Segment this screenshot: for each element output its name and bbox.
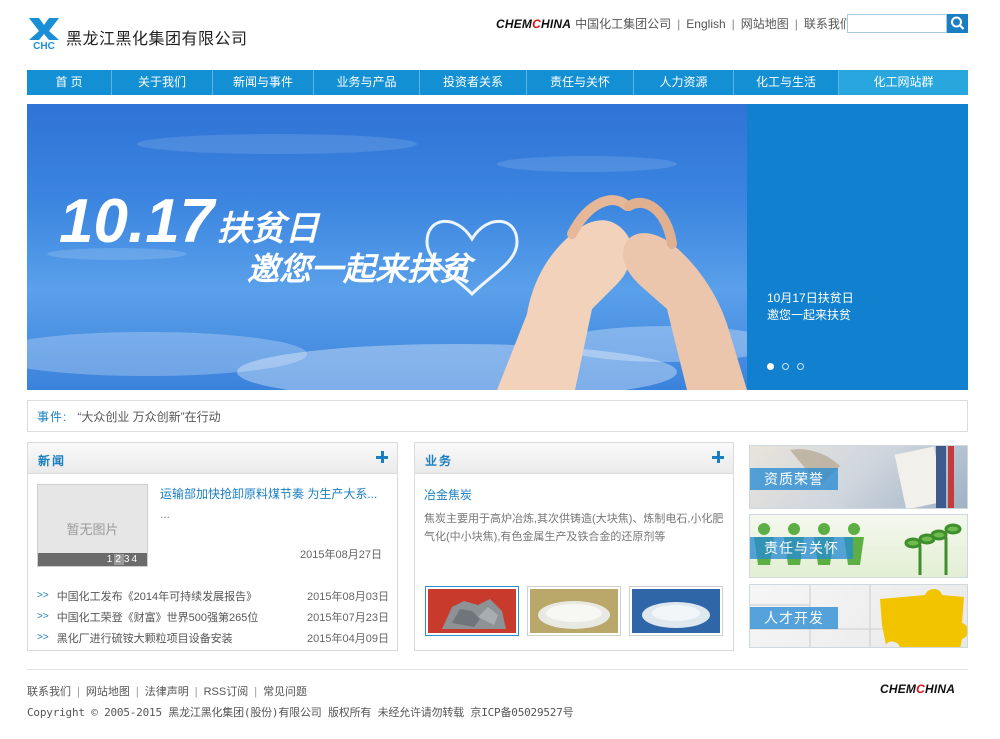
- search-input[interactable]: [847, 14, 947, 33]
- promo-responsibility[interactable]: 责任与关怀: [749, 514, 968, 578]
- business-item-link[interactable]: 冶金焦炭: [424, 486, 472, 503]
- nav-about[interactable]: 关于我们: [112, 70, 213, 95]
- pellets-thumbnail[interactable]: [527, 586, 621, 636]
- site-header: CHC 黑龙江黑化集团有限公司 CHEMCHINA 中国化工集团公司 | Eng…: [0, 0, 1000, 70]
- business-panel: 业务 冶金焦炭 焦炭主要用于高炉冶炼,其次供铸造(大块焦)、炼制电石,小化肥气化…: [414, 442, 734, 651]
- slide-dot-3[interactable]: [797, 363, 804, 370]
- divider: |: [794, 16, 798, 31]
- nav-chem-life[interactable]: 化工与生活: [734, 70, 839, 95]
- news-panel: 新闻 暂无图片 1234 运输部加快抢卸原料煤节奏 为生产大系... ... 2…: [27, 442, 398, 651]
- chc-logo-icon[interactable]: CHC: [27, 16, 61, 50]
- news-list: >> 中国化工发布《2014年可持续发展报告》 2015年08月03日 >> 中…: [37, 585, 389, 648]
- pager-4[interactable]: 4: [131, 554, 139, 565]
- business-description: 焦炭主要用于高炉冶炼,其次供铸造(大块焦)、炼制电石,小化肥气化(中小块焦),有…: [424, 513, 724, 543]
- divider: |: [731, 16, 735, 31]
- featured-news-date: 2015年08月27日: [300, 549, 382, 561]
- banner-caption[interactable]: 10月17日扶贫日 邀您一起来扶贫: [767, 290, 854, 324]
- coke-image: [428, 589, 516, 633]
- business-thumbnails: [425, 586, 723, 636]
- business-panel-title[interactable]: 业务: [425, 452, 453, 469]
- nav-investors[interactable]: 投资者关系: [420, 70, 527, 95]
- banner-side-panel: 10月17日扶贫日 邀您一起来扶贫: [747, 104, 968, 390]
- no-image-placeholder: 暂无图片: [66, 522, 119, 537]
- search-icon: [951, 16, 965, 30]
- pager-2[interactable]: 2: [114, 554, 124, 565]
- nav-hr[interactable]: 人力资源: [634, 70, 734, 95]
- crystals-thumbnail[interactable]: [629, 586, 723, 636]
- hero-banner[interactable]: 10.17 扶贫日 邀您一起来扶贫: [27, 104, 747, 390]
- thumbnail-pager: 1234: [38, 553, 147, 566]
- double-arrow-icon: >>: [37, 632, 49, 643]
- footer-chemchina-brand[interactable]: CHEMCHINA: [880, 682, 955, 696]
- event-link[interactable]: “大众创业 万众创新”在行动: [77, 408, 220, 425]
- nav-home[interactable]: 首 页: [27, 70, 112, 95]
- slide-dot-2[interactable]: [782, 363, 789, 370]
- english-link[interactable]: English: [686, 17, 725, 31]
- promo-talent[interactable]: 人才开发: [749, 584, 968, 648]
- main-nav: 首 页 关于我们 新闻与事件 业务与产品 投资者关系 责任与关怀 人力资源 化工…: [27, 70, 968, 95]
- divider: |: [677, 16, 681, 31]
- nav-site-group[interactable]: 化工网站群: [839, 70, 968, 95]
- footer-faq-link[interactable]: 常见问题: [263, 686, 307, 698]
- featured-news-summary: ...: [160, 507, 171, 521]
- promo-honors-label[interactable]: 资质荣誉: [750, 468, 838, 490]
- chemchina-brand[interactable]: CHEMCHINA: [496, 17, 571, 31]
- news-more-plus-icon[interactable]: [376, 451, 388, 463]
- event-label: 事件:: [37, 409, 68, 424]
- nav-news-events[interactable]: 新闻与事件: [213, 70, 314, 95]
- business-panel-header: 业务: [415, 443, 733, 474]
- coke-thumbnail[interactable]: [425, 586, 519, 636]
- slide-dots: [767, 363, 804, 370]
- banner-subtitle: 邀您一起来扶贫: [247, 250, 477, 288]
- news-panel-header: 新闻: [28, 443, 397, 474]
- nav-business-products[interactable]: 业务与产品: [314, 70, 420, 95]
- footer-legal-link[interactable]: 法律声明: [145, 686, 189, 698]
- double-arrow-icon: >>: [37, 590, 49, 601]
- business-more-plus-icon[interactable]: [712, 451, 724, 463]
- search-button[interactable]: [947, 14, 968, 33]
- list-item[interactable]: >> 中国化工荣登《财富》世界500强第265位 2015年07月23日: [37, 606, 389, 627]
- double-arrow-icon: >>: [37, 611, 49, 622]
- company-name[interactable]: 黑龙江黑化集团有限公司: [66, 25, 248, 49]
- event-ticker: 事件: “大众创业 万众创新”在行动: [27, 400, 968, 432]
- copyright-text: Copyright © 2005-2015 黑龙江黑化集团(股份)有限公司 版权…: [27, 706, 574, 719]
- promo-talent-label[interactable]: 人才开发: [750, 607, 838, 629]
- contact-link[interactable]: 联系我们: [804, 15, 852, 32]
- nav-responsibility[interactable]: 责任与关怀: [527, 70, 634, 95]
- footer-divider: [27, 669, 968, 670]
- pellets-image: [530, 589, 618, 633]
- list-item[interactable]: >> 中国化工发布《2014年可持续发展报告》 2015年08月03日: [37, 585, 389, 606]
- sitemap-link[interactable]: 网站地图: [741, 15, 789, 32]
- svg-text:CHC: CHC: [33, 41, 55, 50]
- news-thumbnail[interactable]: 暂无图片 1234: [37, 484, 148, 567]
- footer-links: 联系我们 | 网站地图 | 法律声明 | RSS订阅 | 常见问题: [27, 686, 308, 698]
- parent-company-link[interactable]: 中国化工集团公司: [575, 15, 671, 32]
- news-panel-title[interactable]: 新闻: [38, 452, 66, 469]
- top-links: CHEMCHINA 中国化工集团公司 | English | 网站地图 | 联系…: [496, 15, 852, 32]
- list-item[interactable]: >> 黑化厂进行硫铵大颗粒项目设备安装 2015年04月09日: [37, 627, 389, 648]
- crystals-image: [632, 589, 720, 633]
- promo-responsibility-label[interactable]: 责任与关怀: [750, 537, 853, 559]
- footer-contact-link[interactable]: 联系我们: [27, 686, 71, 698]
- featured-news-link[interactable]: 运输部加快抢卸原料煤节奏 为生产大系...: [160, 485, 388, 502]
- banner-title: 扶贫日: [217, 209, 321, 249]
- footer-rss-link[interactable]: RSS订阅: [204, 686, 249, 698]
- banner-number: 10.17: [59, 187, 217, 256]
- footer-sitemap-link[interactable]: 网站地图: [86, 686, 130, 698]
- slide-dot-1[interactable]: [767, 363, 774, 370]
- banner-artwork: 10.17 扶贫日 邀您一起来扶贫: [27, 134, 747, 390]
- promo-honors[interactable]: 资质荣誉: [749, 445, 968, 509]
